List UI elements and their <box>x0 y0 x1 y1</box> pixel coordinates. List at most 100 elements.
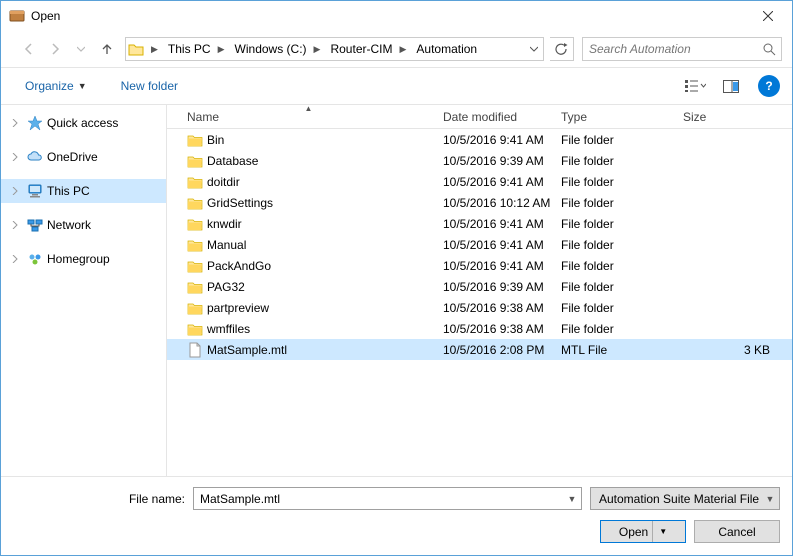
folder-row[interactable]: knwdir10/5/2016 9:41 AMFile folder <box>167 213 792 234</box>
expand-chevron-icon[interactable] <box>11 255 23 263</box>
open-button[interactable]: Open ▼ <box>600 520 686 543</box>
folder-row[interactable]: doitdir10/5/2016 9:41 AMFile folder <box>167 171 792 192</box>
star-icon <box>26 115 44 131</box>
folder-icon <box>187 153 203 169</box>
file-name: Manual <box>207 238 246 252</box>
folder-row[interactable]: GridSettings10/5/2016 10:12 AMFile folde… <box>167 192 792 213</box>
file-row[interactable]: MatSample.mtl10/5/2016 2:08 PMMTL File3 … <box>167 339 792 360</box>
breadcrumb-segment[interactable]: This PC <box>163 38 213 60</box>
chevron-right-icon[interactable]: ▶ <box>309 38 326 60</box>
chevron-right-icon[interactable]: ▶ <box>394 38 411 60</box>
address-dropdown[interactable] <box>525 38 543 60</box>
folder-icon <box>187 300 203 316</box>
tree-item-network[interactable]: Network <box>1 213 166 237</box>
pc-icon <box>26 183 44 199</box>
chevron-down-icon[interactable]: ▼ <box>563 494 581 504</box>
file-type: File folder <box>555 322 677 336</box>
search-input[interactable] <box>587 41 761 57</box>
folder-row[interactable]: Database10/5/2016 9:39 AMFile folder <box>167 150 792 171</box>
file-type: File folder <box>555 238 677 252</box>
breadcrumb-segment[interactable]: Automation <box>411 38 479 60</box>
filter-label: Automation Suite Material File <box>599 492 761 506</box>
file-date: 10/5/2016 9:41 AM <box>437 259 555 273</box>
expand-chevron-icon[interactable] <box>11 221 23 229</box>
refresh-button[interactable] <box>550 37 574 61</box>
back-button[interactable] <box>17 37 41 61</box>
file-icon <box>187 342 203 358</box>
tree-item-onedrive[interactable]: OneDrive <box>1 145 166 169</box>
navigation-tree[interactable]: Quick access OneDrive This PC Network Homegr… <box>1 105 167 476</box>
file-type: File folder <box>555 133 677 147</box>
command-bar: Organize ▼ New folder ? <box>1 67 792 105</box>
search-box[interactable] <box>582 37 782 61</box>
help-button[interactable]: ? <box>758 75 780 97</box>
preview-pane-button[interactable] <box>714 74 748 98</box>
new-folder-label: New folder <box>121 79 178 93</box>
network-icon <box>26 217 44 233</box>
file-name: GridSettings <box>207 196 273 210</box>
column-size[interactable]: Size <box>677 105 792 128</box>
open-split-dropdown[interactable]: ▼ <box>652 521 667 542</box>
file-name: knwdir <box>207 217 242 231</box>
breadcrumb-segment[interactable]: Router-CIM <box>325 38 394 60</box>
folder-row[interactable]: partpreview 10/5/2016 9:38 AMFile folder <box>167 297 792 318</box>
file-list[interactable]: Bin10/5/2016 9:41 AMFile folderDatabase1… <box>167 129 792 476</box>
file-date: 10/5/2016 9:38 AM <box>437 301 555 315</box>
folder-icon <box>187 237 203 253</box>
breadcrumb-segment[interactable]: Windows (C:) <box>230 38 309 60</box>
folder-row[interactable]: PackAndGo10/5/2016 9:41 AMFile folder <box>167 255 792 276</box>
file-type: File folder <box>555 196 677 210</box>
homegroup-icon <box>26 251 44 267</box>
folder-row[interactable]: wmffiles10/5/2016 9:38 AMFile folder <box>167 318 792 339</box>
column-headers[interactable]: ▲ Name Date modified Type Size <box>167 105 792 129</box>
folder-icon <box>187 132 203 148</box>
up-button[interactable] <box>95 37 119 61</box>
column-date-modified[interactable]: Date modified <box>437 105 555 128</box>
chevron-right-icon[interactable]: ▶ <box>146 38 163 60</box>
folder-row[interactable]: PAG3210/5/2016 9:39 AMFile folder <box>167 276 792 297</box>
tree-item-label: Homegroup <box>47 252 110 266</box>
file-type: File folder <box>555 280 677 294</box>
expand-chevron-icon[interactable] <box>11 153 23 161</box>
tree-item-label: OneDrive <box>47 150 98 164</box>
file-name: Bin <box>207 133 224 147</box>
folder-icon <box>187 279 203 295</box>
dialog-footer: File name: ▼ Automation Suite Material F… <box>1 476 792 555</box>
filename-input[interactable] <box>194 492 563 506</box>
folder-row[interactable]: Bin 10/5/2016 9:41 AMFile folder <box>167 129 792 150</box>
titlebar: Open <box>1 1 792 31</box>
file-date: 10/5/2016 9:41 AM <box>437 133 555 147</box>
close-button[interactable] <box>745 2 790 30</box>
folder-row[interactable]: Manual10/5/2016 9:41 AMFile folder <box>167 234 792 255</box>
file-type-filter[interactable]: Automation Suite Material File ▼ <box>590 487 780 510</box>
tree-item-homegroup[interactable]: Homegroup <box>1 247 166 271</box>
file-date: 10/5/2016 9:39 AM <box>437 154 555 168</box>
file-date: 10/5/2016 9:41 AM <box>437 217 555 231</box>
organize-button[interactable]: Organize ▼ <box>19 75 93 97</box>
column-name[interactable]: ▲ Name <box>181 105 437 128</box>
forward-button[interactable] <box>43 37 67 61</box>
tree-item-quick-access[interactable]: Quick access <box>1 111 166 135</box>
chevron-right-icon[interactable]: ▶ <box>213 38 230 60</box>
filename-label: File name: <box>13 492 193 506</box>
file-date: 10/5/2016 9:39 AM <box>437 280 555 294</box>
column-type[interactable]: Type <box>555 105 677 128</box>
recent-locations-button[interactable] <box>69 37 93 61</box>
file-name: MatSample.mtl <box>207 343 287 357</box>
tree-item-this-pc[interactable]: This PC <box>1 179 166 203</box>
filename-combobox[interactable]: ▼ <box>193 487 582 510</box>
file-name: wmffiles <box>207 322 250 336</box>
file-name: PackAndGo <box>207 259 271 273</box>
expand-chevron-icon[interactable] <box>11 119 23 127</box>
file-type: MTL File <box>555 343 677 357</box>
file-type: File folder <box>555 301 677 315</box>
address-bar[interactable]: ▶ This PC ▶ Windows (C:) ▶ Router-CIM ▶ … <box>125 37 544 61</box>
expand-chevron-icon[interactable] <box>11 187 23 195</box>
cancel-button[interactable]: Cancel <box>694 520 780 543</box>
nav-row: ▶ This PC ▶ Windows (C:) ▶ Router-CIM ▶ … <box>1 31 792 67</box>
chevron-down-icon: ▼ <box>761 494 779 504</box>
change-view-button[interactable] <box>678 74 712 98</box>
file-name: partpreview <box>207 301 269 315</box>
folder-icon <box>187 321 203 337</box>
new-folder-button[interactable]: New folder <box>115 75 184 97</box>
